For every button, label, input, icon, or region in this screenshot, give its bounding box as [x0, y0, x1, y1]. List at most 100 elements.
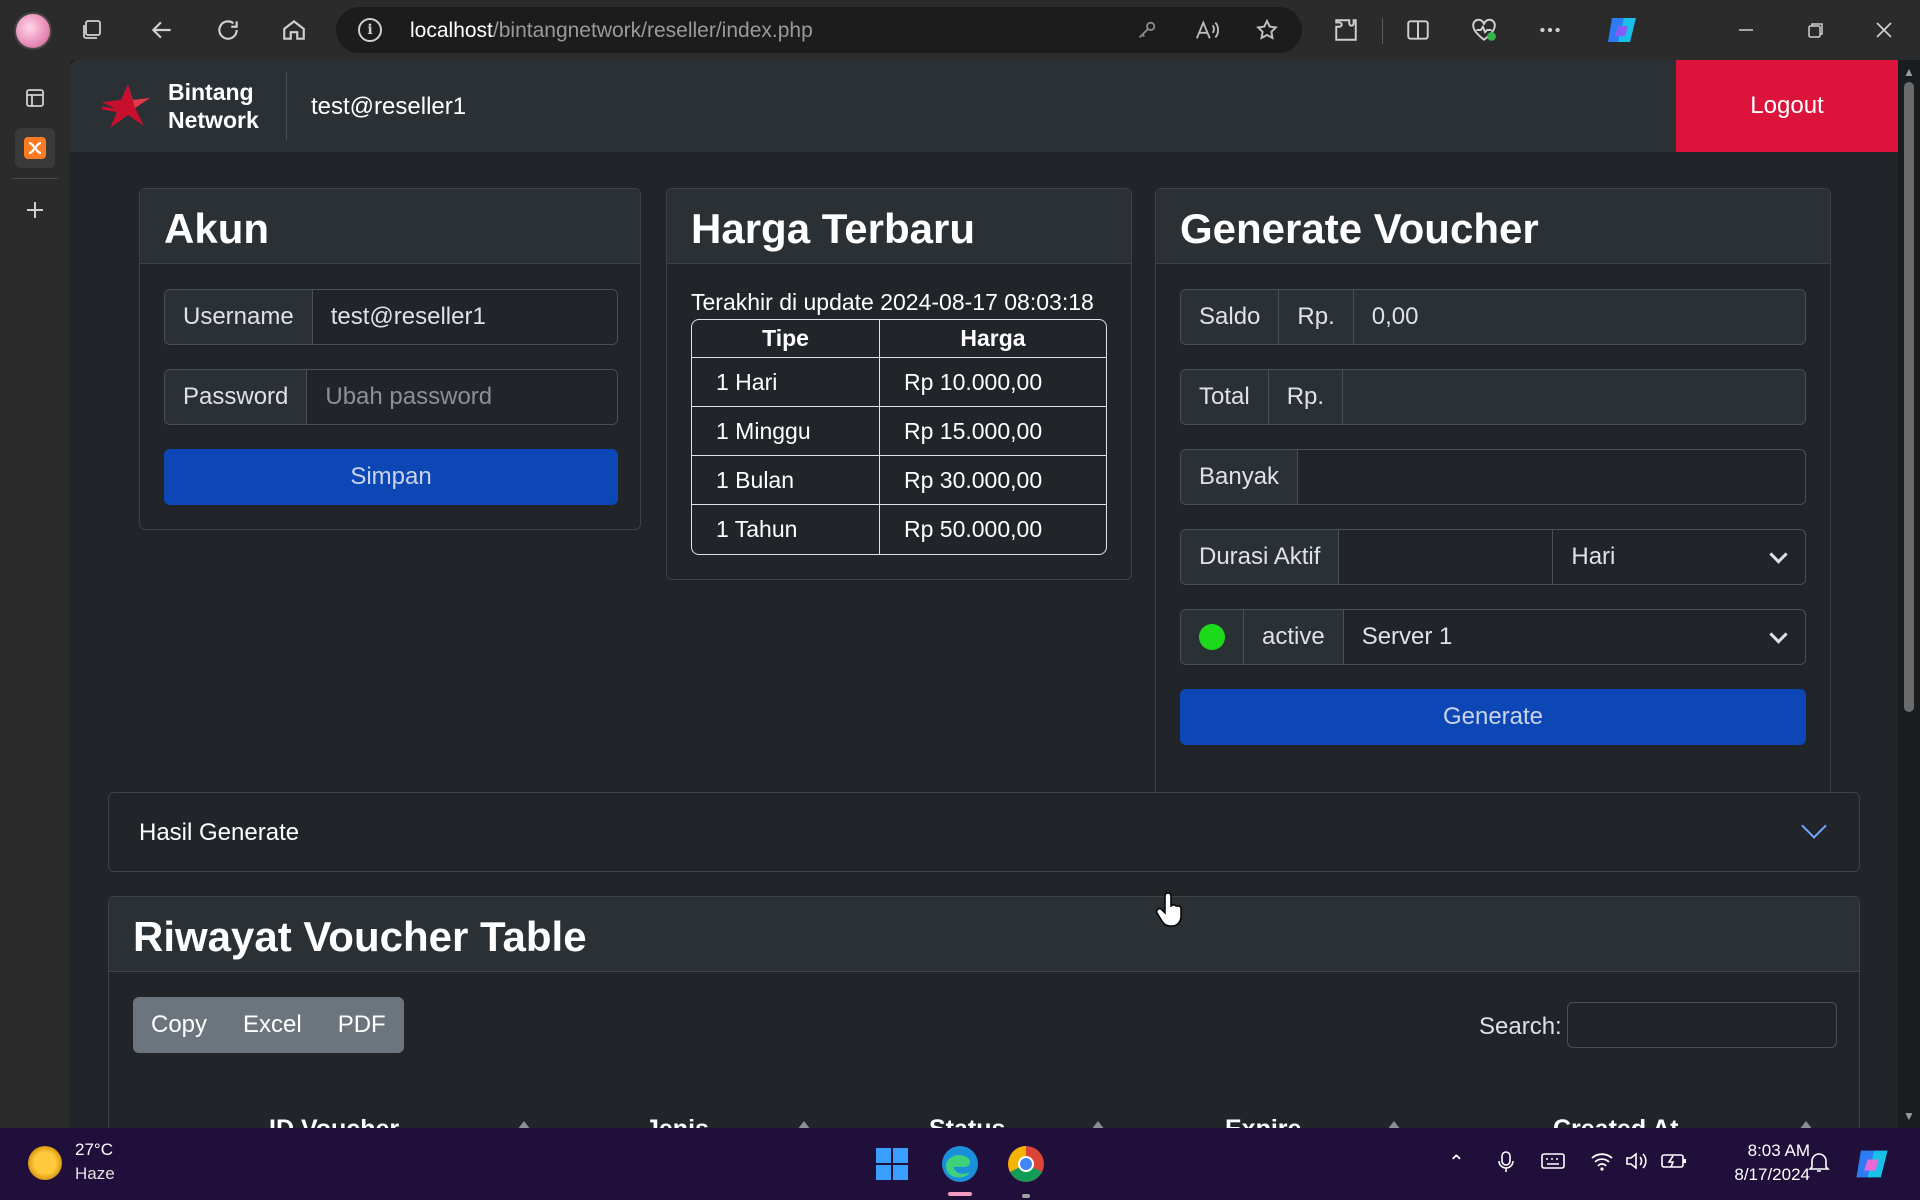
- harga-card: Harga Terbaru Terakhir di update 2024-08…: [666, 188, 1132, 580]
- last-updated-text: Terakhir di update 2024-08-17 08:03:18: [691, 289, 1094, 315]
- tray-chevron-up-icon[interactable]: ⌃: [1448, 1150, 1465, 1175]
- close-icon[interactable]: [1864, 10, 1904, 50]
- chevron-down-icon: [1769, 628, 1787, 646]
- durasi-input[interactable]: [1339, 530, 1554, 584]
- extensions-icon[interactable]: [1326, 10, 1366, 50]
- favorite-star-icon[interactable]: [1252, 15, 1282, 45]
- more-options-icon[interactable]: [1530, 10, 1570, 50]
- banyak-label: Banyak: [1181, 450, 1299, 504]
- excel-button[interactable]: Excel: [225, 997, 320, 1053]
- clock-date: 8/17/2024: [1734, 1165, 1810, 1184]
- notification-bell-icon[interactable]: [1808, 1150, 1830, 1174]
- profile-avatar[interactable]: [14, 12, 52, 50]
- price-table-header: Tipe Harga: [692, 320, 1106, 358]
- copy-button[interactable]: Copy: [133, 997, 225, 1053]
- saldo-group: Saldo Rp. 0,00: [1180, 289, 1806, 345]
- navbar: Bintang Network test@reseller1 Logout: [70, 60, 1898, 152]
- banyak-input[interactable]: [1298, 450, 1805, 504]
- saldo-label: Saldo: [1181, 290, 1280, 344]
- read-aloud-icon[interactable]: [1192, 15, 1222, 45]
- split-screen-icon[interactable]: [1398, 10, 1438, 50]
- status-dot-icon: [1199, 624, 1225, 650]
- address-bar[interactable]: i localhost/bintangnetwork/reseller/inde…: [336, 7, 1302, 53]
- server-value: Server 1: [1361, 623, 1453, 650]
- new-tab-icon[interactable]: [15, 190, 55, 230]
- navbar-divider: [286, 72, 287, 140]
- col-id-voucher[interactable]: ID Voucher: [269, 1115, 399, 1128]
- col-jenis[interactable]: Jenis: [645, 1115, 709, 1128]
- url-host: localhost: [410, 19, 493, 42]
- sort-icon: [1091, 1121, 1105, 1128]
- weather-desc[interactable]: Haze: [75, 1164, 115, 1184]
- search-input[interactable]: [1567, 1002, 1837, 1048]
- brand-line-2: Network: [168, 107, 259, 133]
- username-group: Username test@reseller1: [164, 289, 618, 345]
- chevron-down-icon[interactable]: [1803, 817, 1825, 839]
- url-text[interactable]: localhost/bintangnetwork/reseller/index.…: [410, 19, 813, 43]
- brand-name[interactable]: Bintang Network: [168, 78, 259, 134]
- col-created-at[interactable]: Created At: [1553, 1115, 1679, 1128]
- status-label: active: [1244, 610, 1344, 664]
- logout-button[interactable]: Logout: [1676, 60, 1898, 152]
- durasi-unit-select[interactable]: Hari: [1553, 530, 1805, 584]
- chrome-browser-icon[interactable]: [1004, 1142, 1048, 1186]
- restore-icon[interactable]: [1796, 10, 1836, 50]
- username-field[interactable]: test@reseller1: [312, 290, 617, 344]
- password-key-icon[interactable]: [1132, 15, 1162, 45]
- home-icon[interactable]: [274, 10, 314, 50]
- running-app-indicator: [1022, 1194, 1030, 1198]
- price-table: Tipe Harga 1 Hari Rp 10.000,00 1 Minggu …: [691, 319, 1107, 555]
- sort-icon: [517, 1121, 531, 1128]
- tipe-cell: 1 Hari: [692, 358, 880, 407]
- copilot-taskbar-icon[interactable]: [1852, 1144, 1892, 1184]
- wifi-icon[interactable]: [1590, 1150, 1614, 1172]
- col-harga: Harga: [880, 320, 1106, 358]
- keyboard-icon[interactable]: [1540, 1150, 1566, 1172]
- server-select[interactable]: Server 1: [1343, 610, 1805, 664]
- back-icon[interactable]: [142, 10, 182, 50]
- durasi-unit-value: Hari: [1571, 543, 1616, 570]
- akun-card: Akun Username test@reseller1 Password Ub…: [139, 188, 641, 530]
- voucher-card-header: Generate Voucher: [1156, 189, 1830, 264]
- scroll-up-icon[interactable]: ▲: [1901, 64, 1917, 80]
- workspaces-icon[interactable]: [72, 10, 112, 50]
- col-expire[interactable]: Expire: [1225, 1115, 1301, 1128]
- windows-start-icon[interactable]: [870, 1142, 914, 1186]
- refresh-icon[interactable]: [208, 10, 248, 50]
- harga-card-header: Harga Terbaru: [667, 189, 1131, 264]
- simpan-button[interactable]: Simpan: [164, 449, 618, 505]
- tab-actions-icon[interactable]: [15, 78, 55, 118]
- battery-charging-icon[interactable]: [1660, 1150, 1688, 1172]
- generate-button[interactable]: Generate: [1180, 689, 1806, 745]
- microphone-icon[interactable]: [1496, 1150, 1516, 1174]
- browser-essentials-icon[interactable]: [1464, 10, 1504, 50]
- scroll-down-icon[interactable]: ▼: [1901, 1108, 1917, 1124]
- harga-cell: Rp 50.000,00: [904, 516, 1043, 542]
- edge-browser-icon[interactable]: [938, 1142, 982, 1186]
- col-status[interactable]: Status: [929, 1115, 1005, 1128]
- xampp-tab-icon[interactable]: [15, 128, 55, 168]
- page-scrollbar[interactable]: ▲ ▼: [1898, 60, 1920, 1128]
- voucher-title: Generate Voucher: [1180, 205, 1539, 252]
- table-row: 1 Hari Rp 10.000,00: [692, 358, 1106, 407]
- harga-cell: Rp 10.000,00: [880, 358, 1106, 407]
- durasi-group: Durasi Aktif Hari: [1180, 529, 1806, 585]
- active-app-indicator: [948, 1192, 972, 1196]
- rail-divider: [12, 178, 58, 179]
- weather-haze-icon[interactable]: [28, 1146, 62, 1180]
- password-group: Password Ubah password: [164, 369, 618, 425]
- hasil-generate-accordion[interactable]: Hasil Generate: [108, 792, 1860, 872]
- sort-icon: [797, 1121, 811, 1128]
- toolbar-divider: [1382, 18, 1383, 44]
- site-info-icon[interactable]: i: [358, 18, 382, 42]
- password-field[interactable]: Ubah password: [307, 370, 617, 424]
- weather-temp[interactable]: 27°C: [75, 1140, 113, 1160]
- volume-icon[interactable]: [1624, 1150, 1648, 1172]
- pdf-button[interactable]: PDF: [320, 997, 404, 1053]
- minimize-icon[interactable]: [1726, 10, 1766, 50]
- riwayat-card: Riwayat Voucher Table Copy Excel PDF Sea…: [108, 896, 1860, 1128]
- copilot-icon[interactable]: [1602, 10, 1642, 50]
- scroll-thumb[interactable]: [1904, 82, 1914, 712]
- akun-card-header: Akun: [140, 189, 640, 264]
- system-clock[interactable]: 8:03 AM 8/17/2024: [1700, 1139, 1810, 1187]
